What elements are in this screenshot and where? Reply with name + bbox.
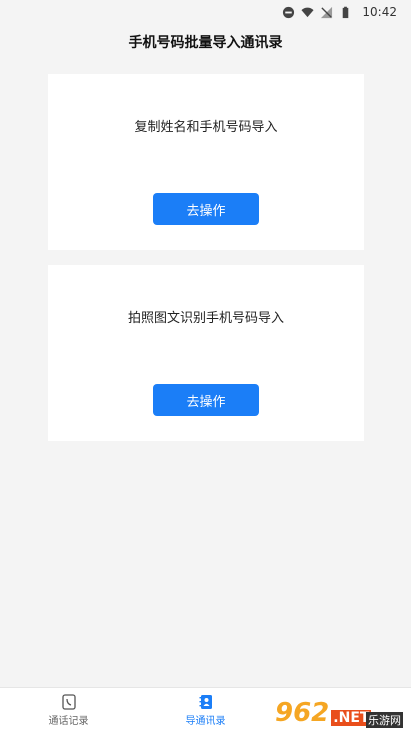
card-title: 复制姓名和手机号码导入 xyxy=(134,120,278,135)
status-time: 10:42 xyxy=(362,5,397,19)
tab-call-log[interactable]: 通话记录 xyxy=(0,688,137,732)
battery-icon xyxy=(343,6,349,18)
status-bar: 10:42 xyxy=(0,0,411,24)
copy-import-go-button[interactable]: 去操作 xyxy=(153,193,259,225)
wifi-icon xyxy=(301,7,314,17)
watermark-sub: 乐游网 xyxy=(366,712,403,728)
site-watermark: 962 .NET 乐游网 xyxy=(275,692,405,728)
tab-label: 通话记录 xyxy=(48,715,89,727)
card-title: 拍照图文识别手机号码导入 xyxy=(127,311,284,326)
page-header: 手机号码批量导入通讯录 xyxy=(0,24,411,60)
tab-label: 导通讯录 xyxy=(185,715,226,727)
page-title: 手机号码批量导入通讯录 xyxy=(128,35,283,51)
do-not-disturb-icon xyxy=(283,6,295,18)
watermark-number: 962 xyxy=(275,698,330,728)
photo-import-go-button[interactable]: 去操作 xyxy=(153,384,259,416)
photo-import-card: 拍照图文识别手机号码导入 去操作 xyxy=(48,265,364,441)
copy-import-card: 复制姓名和手机号码导入 去操作 xyxy=(48,74,364,250)
no-signal-icon xyxy=(321,6,333,18)
phone-icon xyxy=(61,693,76,710)
tab-import-contacts[interactable]: 导通讯录 xyxy=(137,688,274,732)
contacts-icon xyxy=(199,694,212,709)
